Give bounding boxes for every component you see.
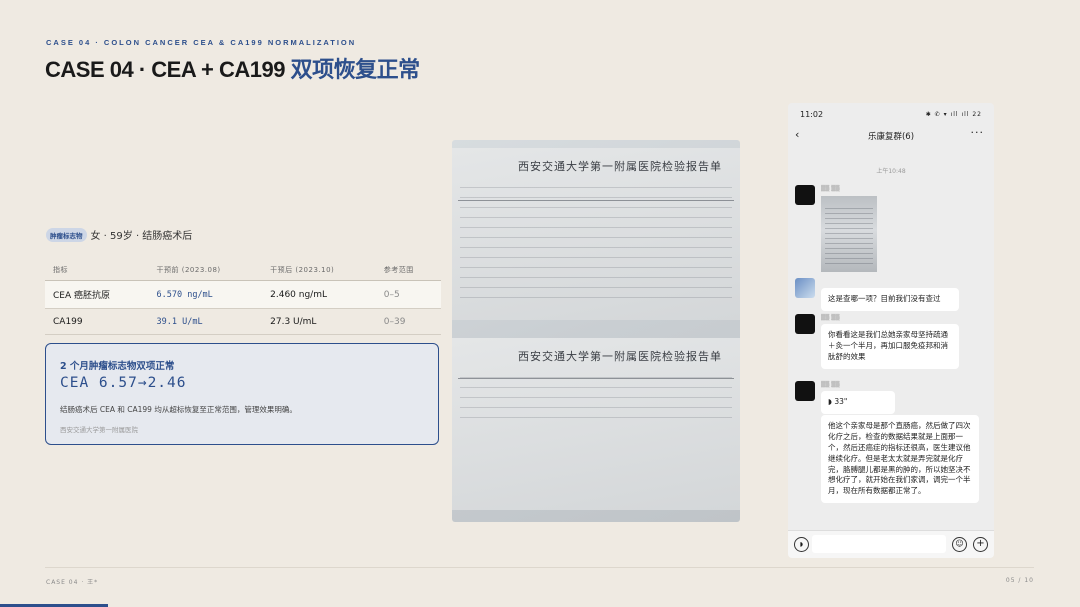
report-title: 西安交通大学第一附属医院检验报告单 xyxy=(518,160,722,173)
avatar xyxy=(795,278,815,298)
chat-navbar: ‹ 乐康复群(6) ··· xyxy=(788,125,994,147)
column-header: 干预前 (2023.08) xyxy=(148,260,263,281)
title-accent: 双项恢复正常 xyxy=(290,57,421,82)
table-header-row: 指标 干预前 (2023.08) 干预后 (2023.10) 参考范围 xyxy=(45,260,441,281)
value-after: 27.3 U/mL xyxy=(262,308,376,335)
footer-case-label: CASE 04 · 王* xyxy=(46,579,99,586)
chat-message: 这是查哪一项？目前我们没有查过 xyxy=(821,288,959,311)
subject-line: 肿瘤标志物 女 · 59岁 · 结肠癌术后 xyxy=(46,227,192,242)
chat-title: 乐康复群(6) xyxy=(867,132,915,142)
emoji-icon[interactable]: ☺ xyxy=(952,537,967,552)
subject-description: 女 · 59岁 · 结肠癌术后 xyxy=(90,231,193,242)
voice-duration: 33" xyxy=(834,397,848,406)
nickname-blurred: ▒▒ ▒▒ xyxy=(821,186,840,192)
summary-card: 2 个月肿瘤标志物双项正常 CEA 6.57→2.46 结肠癌术后 CEA 和 … xyxy=(45,343,439,445)
status-icons: ✱ ✆ ▾ ıll ıll 22 xyxy=(925,111,982,118)
card-metric: CEA 6.57→2.46 xyxy=(60,375,187,391)
chat-message: 他这个亲家母是那个直肠癌，然后做了四次化疗之后，检查的数据结果就是上面那一个，然… xyxy=(821,415,979,504)
value-before: 6.570 ng/mL xyxy=(148,280,263,309)
status-time: 11:02 xyxy=(800,110,824,119)
value-before: 39.1 U/mL xyxy=(148,308,263,335)
more-icon[interactable]: ··· xyxy=(971,126,985,139)
nickname-blurred: ▒▒ ▒▒ xyxy=(821,382,840,388)
report-sheet-top: 西安交通大学第一附属医院检验报告单 xyxy=(452,148,740,320)
eyebrow-label: CASE 04 · COLON CANCER CEA & CA199 NORMA… xyxy=(46,38,357,47)
table-row: CEA 癌胚抗原 6.570 ng/mL 2.460 ng/mL 0–5 xyxy=(45,280,441,309)
report-title: 西安交通大学第一附属医院检验报告单 xyxy=(518,350,722,363)
marker-name: CEA 癌胚抗原 xyxy=(45,280,149,309)
voice-icon[interactable]: ◗ xyxy=(794,537,809,552)
card-headline: 2 个月肿瘤标志物双项正常 xyxy=(60,361,175,372)
marker-name: CA199 xyxy=(45,308,149,335)
column-header: 指标 xyxy=(45,260,149,281)
page-title: CASE 04 · CEA + CA199 双项恢复正常 xyxy=(45,52,420,84)
chat-composer: ◗ ☺ + xyxy=(788,530,994,558)
page-number: 05 / 10 xyxy=(1005,577,1034,584)
column-header: 干预后 (2023.10) xyxy=(262,260,376,281)
avatar xyxy=(795,381,815,401)
report-lines xyxy=(460,178,732,298)
chat-timestamp: 上午10:48 xyxy=(876,168,906,175)
table-row: CA199 39.1 U/mL 27.3 U/mL 0–39 xyxy=(45,308,441,335)
message-input[interactable] xyxy=(812,535,946,553)
lab-results-table: 指标 干预前 (2023.08) 干预后 (2023.10) 参考范围 CEA … xyxy=(45,260,441,335)
lab-report-photo: 西安交通大学第一附属医院检验报告单 西安交通大学第一附属医院检验报告单 xyxy=(452,140,740,522)
avatar xyxy=(795,314,815,334)
chat-screenshot: 11:02 ✱ ✆ ▾ ıll ıll 22 ‹ 乐康复群(6) ··· 上午1… xyxy=(788,103,994,558)
reference-range: 0–5 xyxy=(375,280,441,309)
voice-message[interactable]: ◗ 33" xyxy=(821,391,895,414)
title-main: CASE 04 · CEA + CA199 xyxy=(45,57,285,82)
report-sheet-bottom: 西安交通大学第一附属医院检验报告单 xyxy=(452,338,740,510)
card-source: 西安交通大学第一附属医院 xyxy=(60,426,138,434)
footer-divider xyxy=(45,567,1034,568)
card-body: 结肠癌术后 CEA 和 CA199 均从超标恢复至正常范围，管理效果明确。 xyxy=(60,405,297,414)
report-lines xyxy=(460,368,732,418)
column-header: 参考范围 xyxy=(375,260,441,281)
chat-message: 你看看这是我们总她亲家母坚持疏通＋灸一个半月，再加口服免疫邦和消肽舒的效果 xyxy=(821,324,959,369)
image-message-thumbnail[interactable] xyxy=(821,196,877,272)
value-after: 2.460 ng/mL xyxy=(262,280,376,309)
avatar xyxy=(795,185,815,205)
plus-icon[interactable]: + xyxy=(973,537,988,552)
reference-range: 0–39 xyxy=(375,308,441,335)
category-tag: 肿瘤标志物 xyxy=(46,227,87,242)
nickname-blurred: ▒▒ ▒▒ xyxy=(821,315,840,321)
